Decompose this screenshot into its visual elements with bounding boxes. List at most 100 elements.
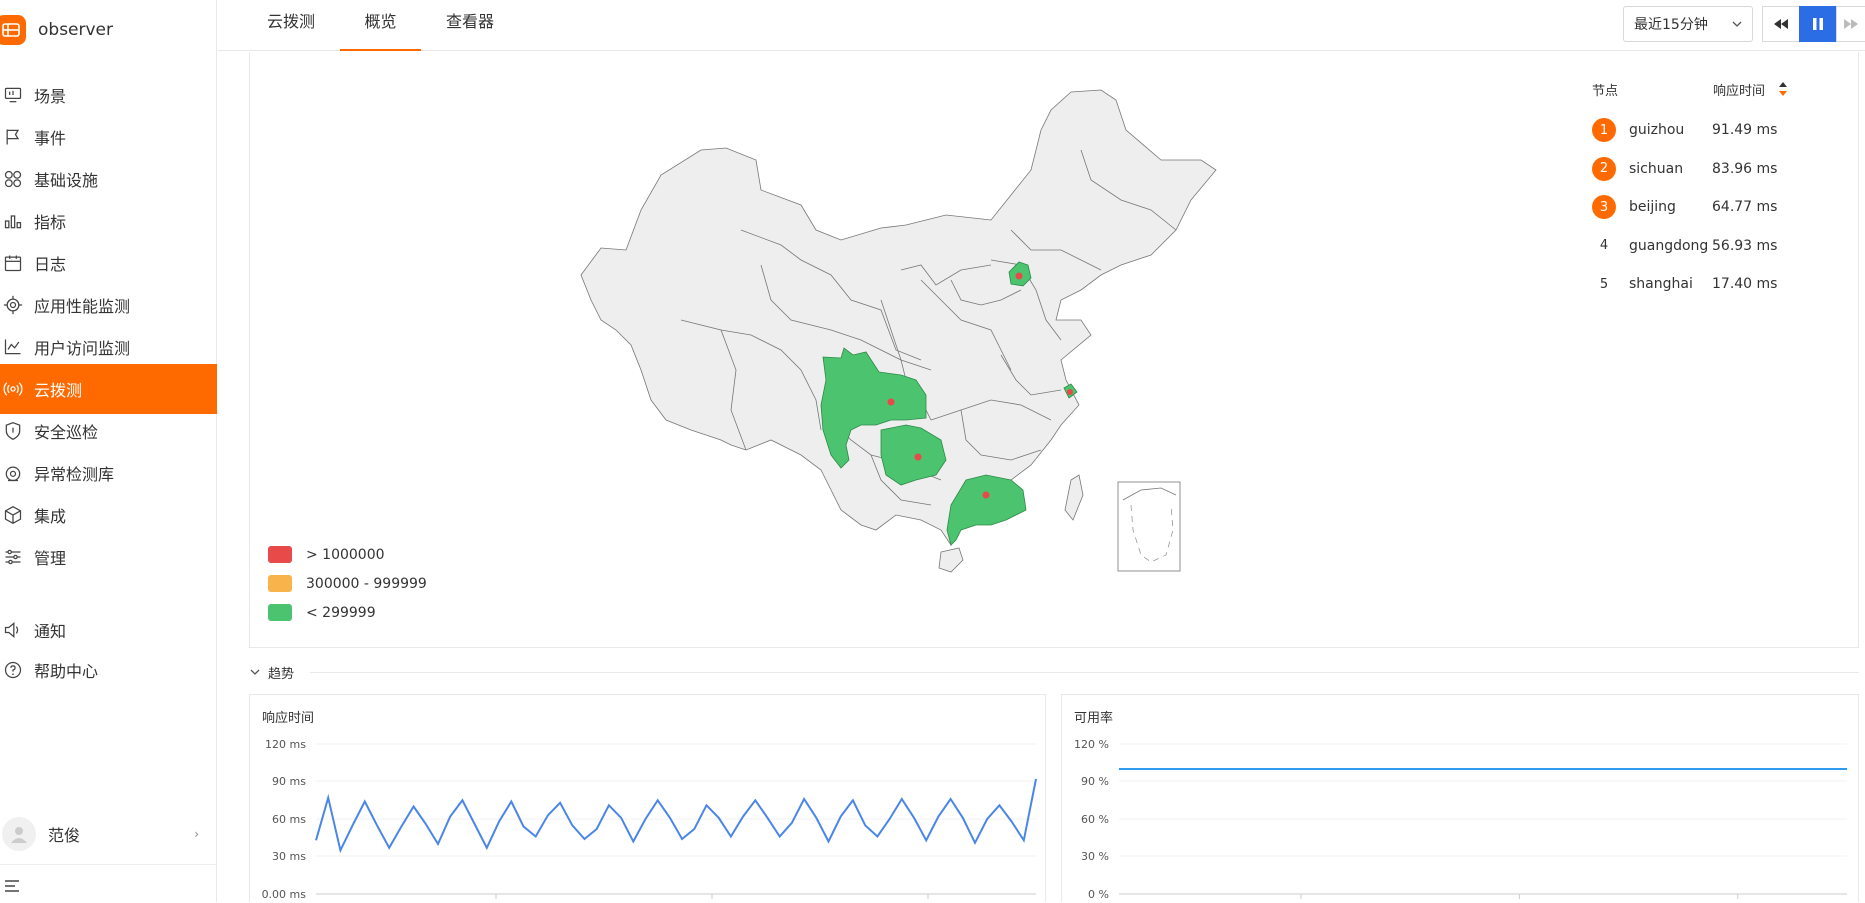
- trend-section-header[interactable]: 趋势: [250, 662, 1859, 682]
- pause-button[interactable]: [1799, 6, 1837, 42]
- rank-response-time: 56.93 ms: [1712, 237, 1778, 254]
- rank-node-name: guizhou: [1629, 122, 1685, 138]
- legend-item[interactable]: < 299999: [268, 598, 427, 627]
- shield-icon: [0, 418, 26, 444]
- divider: [310, 671, 1859, 673]
- rank-badge: 2: [1592, 156, 1616, 181]
- sidebar-item-label: 帮助中心: [34, 662, 99, 681]
- availability-chart: 120 % 90 % 60 % 30 % 0 %: [1074, 738, 1847, 901]
- tab-explorer[interactable]: 查看器: [446, 0, 494, 51]
- chevron-down-icon: [1732, 21, 1742, 27]
- legend-swatch: [268, 546, 292, 563]
- sidebar: observer 场景事件基础设施指标日志应用性能监测 用户访问监测 云拨测安全巡检…: [0, 0, 217, 902]
- fast-forward-icon: [1844, 19, 1858, 29]
- calendar-icon: [0, 250, 26, 276]
- y-tick-label: 60 ms: [272, 813, 306, 826]
- y-tick-label: 120 %: [1074, 738, 1109, 751]
- user-name: 范俊: [48, 826, 81, 845]
- y-tick-label: 0.00 ms: [262, 888, 307, 901]
- ranking-col-time[interactable]: 响应时间: [1713, 80, 1765, 99]
- sidebar-item-label: 应用性能监测: [34, 297, 131, 316]
- rewind-button[interactable]: [1762, 6, 1800, 42]
- rank-node-name: beijing: [1629, 199, 1676, 215]
- sidebar-item-label: 安全巡检: [34, 423, 99, 442]
- rank-badge: 5: [1599, 276, 1609, 292]
- line-chart-icon: [0, 334, 26, 360]
- pause-icon: [1813, 18, 1823, 30]
- map-marker-guizhou: [914, 453, 922, 461]
- sidebar-item-11[interactable]: 管理: [0, 532, 217, 582]
- sidebar-item-label: 基础设施: [34, 171, 99, 190]
- sidebar-item-label: 事件: [34, 129, 67, 148]
- sidebar-item-label: 场景: [34, 87, 67, 106]
- time-range-value: 最近15分钟: [1634, 17, 1708, 33]
- map-region-taiwan: [1064, 474, 1084, 521]
- response-time-chart: 120 ms 90 ms 60 ms 30 ms 0.00 ms: [262, 738, 1037, 901]
- sidebar-item-label: 日志: [34, 255, 67, 274]
- ranking-row[interactable]: 4 guangdong 56.93 ms: [1592, 233, 1852, 259]
- map-marker-beijing: [1015, 272, 1023, 280]
- rank-node-name: guangdong: [1629, 237, 1709, 254]
- sidebar-item-label: 异常检测库: [34, 465, 115, 484]
- legend-swatch: [268, 575, 292, 592]
- rank-node-name: shanghai: [1629, 276, 1693, 292]
- app-logo[interactable]: observer: [0, 12, 113, 48]
- chevron-down-icon: [250, 669, 260, 675]
- top-bar: 云拨测 概览 查看器: [218, 0, 1865, 51]
- legend-item[interactable]: > 1000000: [268, 540, 427, 569]
- menu-collapse-icon: [5, 880, 19, 892]
- legend-label: > 1000000: [306, 546, 385, 563]
- rank-response-time: 64.77 ms: [1712, 199, 1778, 215]
- rank-badge: 3: [1592, 195, 1616, 219]
- time-range-select[interactable]: 最近15分钟: [1623, 6, 1753, 42]
- sidebar-bottom-item-1[interactable]: 帮助中心: [0, 650, 217, 690]
- sidebar-item-label: 指标: [34, 213, 67, 232]
- y-tick-label: 90 ms: [272, 775, 306, 788]
- legend-item[interactable]: 300000 - 999999: [268, 569, 427, 598]
- legend-swatch: [268, 604, 292, 621]
- ranking-col-node: 节点: [1592, 84, 1619, 99]
- ranking-row[interactable]: 2 sichuan 83.96 ms: [1592, 156, 1852, 182]
- help-icon: [0, 657, 26, 683]
- bar-chart-icon: [0, 208, 26, 234]
- sort-icon[interactable]: [1778, 81, 1788, 97]
- radar-icon: [0, 460, 26, 486]
- flag-icon: [0, 124, 26, 150]
- series-line[interactable]: [315, 778, 1037, 854]
- map-marker-sichuan: [887, 398, 895, 406]
- ranking-row[interactable]: 3 beijing 64.77 ms: [1592, 194, 1852, 220]
- tab-overview[interactable]: 概览: [340, 0, 421, 51]
- sidebar-item-label: 用户访问监测: [34, 339, 131, 358]
- rank-badge: 1: [1592, 118, 1616, 142]
- y-tick-label: 60 %: [1081, 813, 1109, 826]
- map-marker-guangdong: [982, 491, 990, 499]
- rank-node-name: sichuan: [1629, 160, 1684, 177]
- user-menu[interactable]: 范俊 ›: [0, 812, 217, 856]
- sliders-icon: [0, 544, 26, 570]
- logo-icon: [0, 15, 26, 45]
- availability-chart-card: 可用率 120 % 90 % 60 % 30 % 0 %: [1061, 694, 1859, 902]
- sidebar-item-label: 集成: [34, 507, 67, 526]
- cube-icon: [0, 502, 26, 528]
- tab-dial-test[interactable]: 云拨测: [267, 0, 315, 51]
- chevron-right-icon: ›: [194, 827, 199, 841]
- response-time-chart-card: 响应时间 120 ms 90 ms 60 ms 30 ms 0.00 ms: [249, 694, 1046, 902]
- sidebar-bottom-item-0[interactable]: 通知: [0, 610, 217, 650]
- rank-badge: 4: [1599, 238, 1609, 253]
- avatar: [2, 817, 36, 851]
- grid-icon: [0, 166, 26, 192]
- ranking-row[interactable]: 5 shanghai 17.40 ms: [1592, 271, 1852, 297]
- y-tick-label: 30 ms: [272, 850, 306, 863]
- map-region-hainan: [938, 547, 964, 573]
- rank-response-time: 17.40 ms: [1712, 276, 1778, 292]
- legend-label: 300000 - 999999: [306, 575, 427, 592]
- map-marker-shanghai: [1067, 389, 1073, 395]
- sidebar-item-label: 管理: [34, 549, 67, 568]
- forward-button[interactable]: [1836, 6, 1865, 42]
- monitor-icon: [0, 82, 26, 108]
- y-tick-label: 0 %: [1088, 888, 1109, 901]
- y-tick-label: 120 ms: [265, 738, 306, 751]
- collapse-sidebar-button[interactable]: [0, 864, 217, 902]
- ranking-row[interactable]: 1 guizhou 91.49 ms: [1592, 117, 1852, 143]
- sidebar-item-label: 云拨测: [34, 381, 83, 400]
